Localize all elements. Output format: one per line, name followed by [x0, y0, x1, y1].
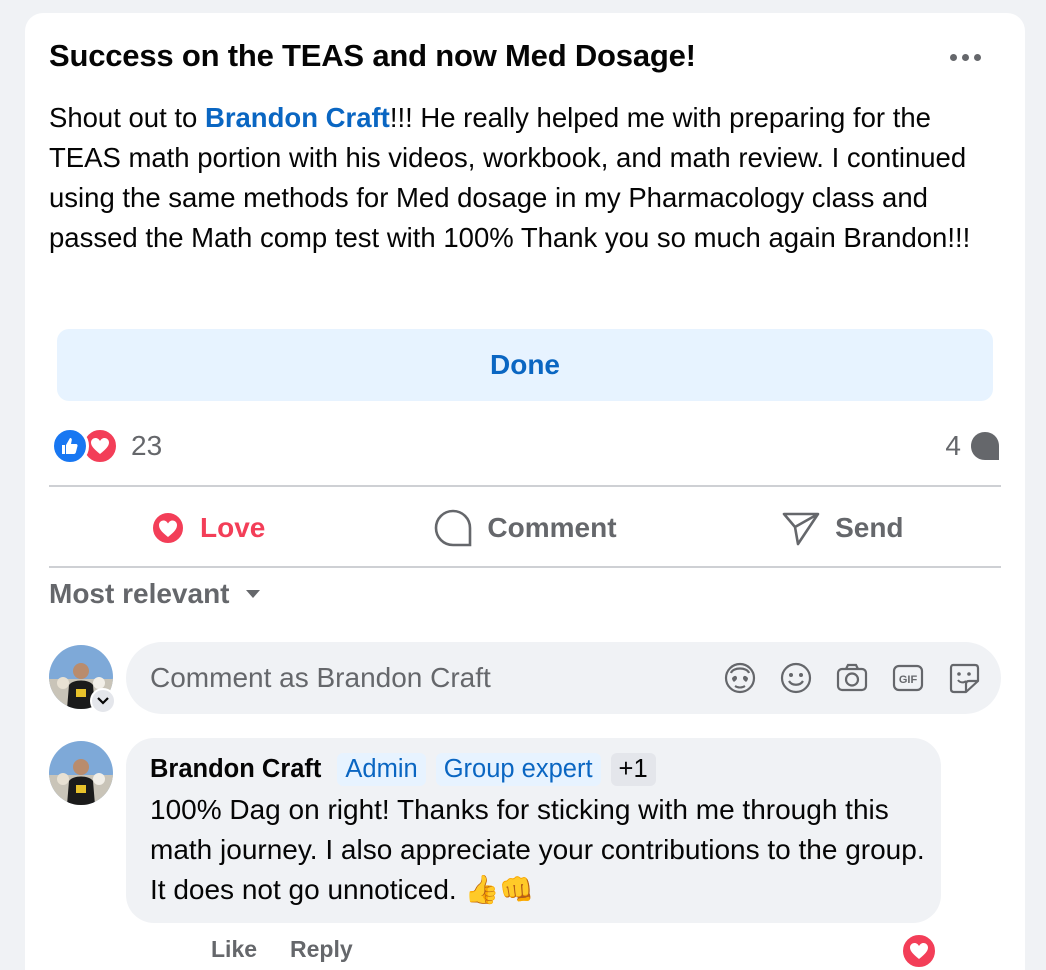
comment-text: 100% Dag on right! Thanks for sticking w…: [150, 794, 925, 905]
post-body-prefix: Shout out to: [49, 102, 205, 133]
more-dot-icon: [961, 53, 969, 61]
comment-header: Brandon Craft Admin Group expert +1: [150, 750, 656, 788]
avatar-sticker-icon[interactable]: [723, 661, 757, 695]
comment-label: Comment: [487, 512, 617, 543]
sort-label: Most relevant: [49, 578, 230, 609]
camera-icon[interactable]: [835, 661, 869, 695]
profile-switcher-button[interactable]: [90, 688, 116, 714]
divider: [49, 485, 1001, 487]
comment-author-name[interactable]: Brandon Craft: [150, 755, 321, 784]
comment-count-link[interactable]: 4: [945, 426, 1001, 466]
comment-like-button[interactable]: Like: [211, 936, 257, 963]
more-dot-icon: [973, 53, 981, 61]
comment-bubble-icon: [971, 432, 999, 460]
divider: [49, 566, 1001, 568]
comment-input[interactable]: Comment as Brandon Craft GIF: [126, 642, 1001, 714]
send-icon: [782, 512, 820, 546]
gif-icon[interactable]: GIF: [891, 661, 925, 695]
send-button[interactable]: Send: [684, 490, 1001, 566]
comment-sort-dropdown[interactable]: Most relevant: [49, 578, 262, 610]
love-icon: [150, 511, 185, 545]
comment-icon: [435, 509, 472, 547]
comment-reply-button[interactable]: Reply: [290, 936, 353, 963]
post-action-bar: Love Comment Send: [49, 490, 1001, 566]
mention-link[interactable]: Brandon Craft: [205, 102, 390, 133]
more-options-button[interactable]: [946, 44, 984, 70]
love-button[interactable]: Love: [49, 490, 366, 566]
admin-badge[interactable]: Admin: [337, 752, 426, 786]
sticker-icon[interactable]: [947, 661, 981, 695]
like-reaction-icon: [51, 427, 89, 465]
comment-author-avatar[interactable]: [49, 741, 113, 805]
send-label: Send: [835, 512, 904, 543]
group-expert-badge[interactable]: Group expert: [435, 752, 601, 786]
comment-love-reaction[interactable]: [900, 932, 938, 970]
more-dot-icon: [949, 53, 957, 61]
post-title: Success on the TEAS and now Med Dosage!: [49, 38, 696, 73]
more-badges-button[interactable]: +1: [610, 752, 656, 786]
comment-button[interactable]: Comment: [366, 490, 683, 566]
done-button[interactable]: Done: [57, 329, 993, 401]
svg-text:GIF: GIF: [899, 674, 918, 686]
comment-count: 4: [945, 430, 961, 461]
composer-tools: GIF: [723, 661, 1001, 695]
chevron-down-icon: [97, 697, 109, 705]
comment-actions: Like Reply: [211, 936, 353, 963]
caret-down-icon: [245, 590, 260, 598]
comment-bubble: Brandon Craft Admin Group expert +1 100%…: [126, 738, 941, 923]
post-body: Shout out to Brandon Craft!!! He really …: [49, 98, 999, 258]
love-reaction-icon: [910, 943, 928, 959]
love-label: Love: [199, 512, 266, 543]
emoji-icon[interactable]: [779, 661, 813, 695]
reaction-count: 23: [131, 430, 163, 461]
comment-input-placeholder: Comment as Brandon Craft: [150, 662, 491, 693]
reaction-summary[interactable]: 23: [51, 426, 162, 466]
